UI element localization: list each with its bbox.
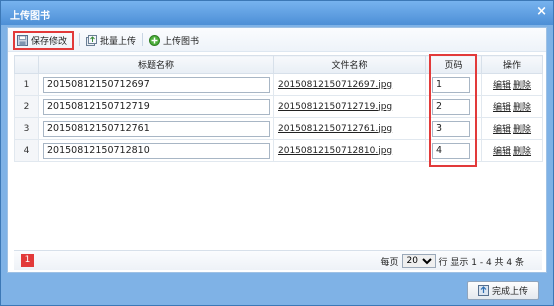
file-link[interactable]: 20150812150712761.jpg: [278, 124, 392, 134]
edit-link[interactable]: 编辑: [493, 147, 511, 157]
table-row: 1 20150812150712697.jpg 编辑删除: [14, 73, 543, 96]
edit-link[interactable]: 编辑: [493, 81, 511, 91]
dialog-content: 保存修改 批量上传 上传图书 标题名称 文件名称 页码 操作 1 2015081…: [7, 27, 547, 273]
row-number: 2: [14, 95, 39, 118]
table-row: 3 20150812150712761.jpg 编辑删除: [14, 117, 543, 140]
page-input[interactable]: [432, 142, 470, 159]
save-icon: [17, 34, 28, 46]
page-input[interactable]: [432, 120, 470, 137]
page-column-header[interactable]: 页码: [425, 55, 482, 74]
page-input[interactable]: [432, 98, 470, 115]
upload-book-button[interactable]: 上传图书: [149, 33, 199, 47]
file-link[interactable]: 20150812150712810.jpg: [278, 146, 392, 156]
per-page-select[interactable]: 20: [401, 254, 436, 268]
batch-upload-label: 批量上传: [100, 36, 137, 47]
upload-books-dialog: 上传图书 × 保存修改 批量上传 上传图书 标题名称 文件名称 页码 操作 1 …: [0, 0, 554, 306]
batch-upload-button[interactable]: 批量上传: [86, 33, 136, 47]
row-number: 1: [14, 73, 39, 96]
books-table: 标题名称 文件名称 页码 操作 1 20150812150712697.jpg …: [14, 55, 543, 162]
title-input[interactable]: [43, 142, 270, 159]
title-input[interactable]: [43, 76, 270, 93]
save-changes-label: 保存修改: [31, 36, 68, 47]
page-input[interactable]: [432, 76, 470, 93]
current-page-button[interactable]: 1: [21, 254, 34, 267]
add-icon: [149, 34, 160, 46]
delete-link[interactable]: 删除: [513, 147, 531, 157]
table-row: 2 20150812150712719.jpg 编辑删除: [14, 95, 543, 118]
toolbar: 保存修改 批量上传 上传图书: [8, 28, 546, 52]
file-column-header[interactable]: 文件名称: [273, 55, 426, 74]
save-changes-button[interactable]: 保存修改: [17, 33, 67, 47]
dialog-titlebar[interactable]: 上传图书 ×: [1, 1, 553, 25]
pagination-summary: 每页 20 行 显示 1 - 4 共 4 条: [381, 254, 524, 268]
file-link[interactable]: 20150812150712719.jpg: [278, 102, 392, 112]
close-icon[interactable]: ×: [536, 4, 547, 19]
title-input[interactable]: [43, 98, 270, 115]
finish-upload-label: 完成上传: [491, 287, 528, 297]
pagination-bar: 1 每页 20 行 显示 1 - 4 共 4 条: [14, 250, 542, 270]
dialog-title: 上传图书: [10, 11, 50, 22]
delete-link[interactable]: 删除: [513, 125, 531, 135]
record-summary: 行 显示 1 - 4 共 4 条: [438, 257, 524, 268]
title-input[interactable]: [43, 120, 270, 137]
table-header-row: 标题名称 文件名称 页码 操作: [14, 55, 543, 74]
rownum-header: [14, 55, 39, 74]
edit-link[interactable]: 编辑: [493, 125, 511, 135]
edit-link[interactable]: 编辑: [493, 103, 511, 113]
table-row: 4 20150812150712810.jpg 编辑删除: [14, 139, 543, 162]
toolbar-divider: [142, 33, 143, 46]
delete-link[interactable]: 删除: [513, 103, 531, 113]
row-number: 4: [14, 139, 39, 162]
per-page-label: 每页: [380, 257, 399, 268]
upload-book-label: 上传图书: [163, 36, 200, 47]
ops-column-header: 操作: [481, 55, 543, 74]
toolbar-divider: [79, 33, 80, 46]
title-column-header[interactable]: 标题名称: [38, 55, 274, 74]
batch-upload-icon: [86, 34, 97, 46]
file-link[interactable]: 20150812150712697.jpg: [278, 80, 392, 90]
dialog-footer: 完成上传: [1, 277, 553, 305]
finish-upload-icon: [477, 285, 489, 296]
finish-upload-button[interactable]: 完成上传: [467, 281, 539, 300]
delete-link[interactable]: 删除: [513, 81, 531, 91]
row-number: 3: [14, 117, 39, 140]
